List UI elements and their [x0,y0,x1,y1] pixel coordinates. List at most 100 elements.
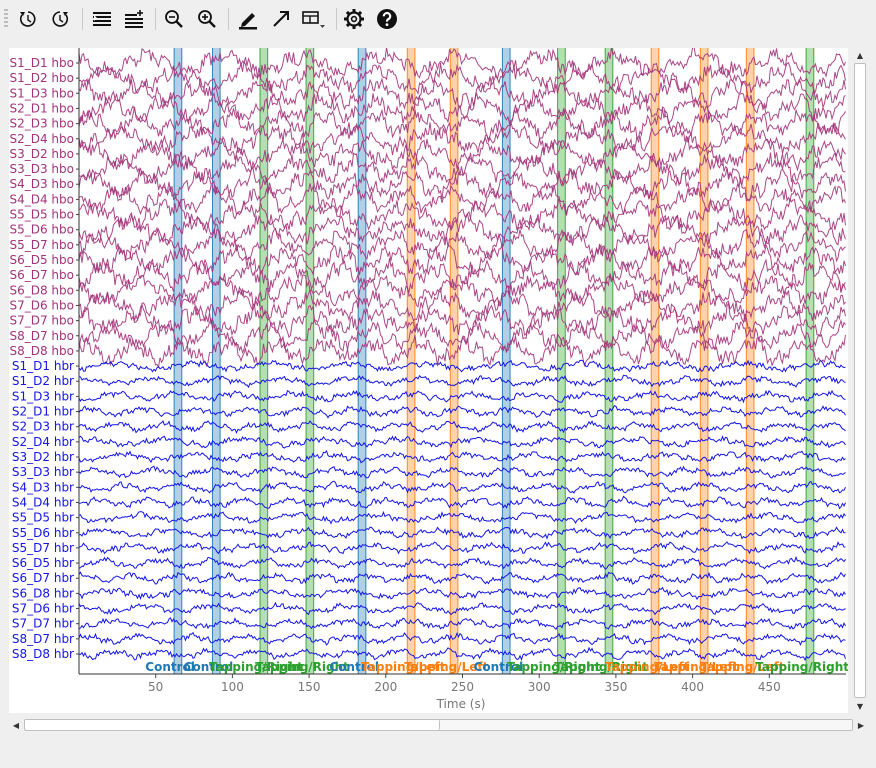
channel-label[interactable]: S6_D8 hbo [9,283,74,297]
channel-label[interactable]: S5_D7 hbr [12,541,74,555]
channel-trace[interactable] [78,617,846,631]
more-channels-icon [125,10,143,28]
settings-button[interactable] [340,5,368,33]
channel-trace[interactable] [78,389,846,404]
x-axis-label: Time (s) [436,697,486,711]
channel-label[interactable]: S1_D3 hbo [9,86,74,100]
channel-label[interactable]: S6_D8 hbr [12,586,74,600]
channel-label[interactable]: S2_D3 hbr [12,420,74,434]
toolbar-grip[interactable] [4,9,8,29]
channel-trace[interactable] [78,449,846,464]
channel-label[interactable]: S7_D7 hbo [9,314,74,328]
fewer-channels-button[interactable] [88,5,116,33]
annotation-span[interactable] [260,48,268,674]
channel-label[interactable]: S6_D7 hbr [12,571,74,585]
channel-trace[interactable] [78,135,846,172]
channel-label[interactable]: S4_D4 hbr [12,495,74,509]
x-tick-label: 450 [758,680,781,694]
scalebar-button[interactable] [267,5,295,33]
zoom-out-button[interactable] [160,5,188,33]
channel-label[interactable]: S4_D3 hbo [9,177,74,191]
channel-label[interactable]: S3_D3 hbo [9,162,74,176]
channel-trace[interactable] [78,495,846,510]
channel-label[interactable]: S4_D4 hbo [9,192,74,206]
help-button[interactable] [373,5,401,33]
annotation-span[interactable] [700,48,708,674]
channel-trace[interactable] [78,480,846,494]
projector-menu-button[interactable] [300,5,328,33]
channel-label[interactable]: S6_D5 hbr [12,556,74,570]
plot-canvas[interactable]: 50 100 150 200 250 300 350 400 450 S1_D1 hboS1_D… [9,48,848,713]
channel-label[interactable]: S7_D6 hbr [12,602,74,616]
channel-label[interactable]: S5_D7 hbo [9,238,74,252]
channel-label[interactable]: S2_D4 hbr [12,435,74,449]
channel-label[interactable]: S2_D1 hbo [9,101,74,115]
channel-trace[interactable] [78,510,846,525]
channel-trace[interactable] [78,405,846,419]
channel-trace[interactable] [78,526,846,540]
channel-trace[interactable] [78,555,846,570]
annotation-span[interactable] [502,48,511,674]
channel-trace[interactable] [78,420,846,434]
channel-label[interactable]: S1_D3 hbr [12,389,74,403]
channel-label[interactable]: S1_D1 hbo [9,56,74,70]
trace-layer [78,48,846,661]
channel-label[interactable]: S3_D3 hbr [12,465,74,479]
channel-trace[interactable] [78,571,846,585]
horizontal-scroll-track[interactable] [24,719,853,731]
scroll-right-icon[interactable]: ▶ [854,717,868,733]
channel-label-layer: S1_D1 hboS1_D2 hboS1_D3 hboS2_D1 hbo S2_D… [9,56,74,661]
channel-trace[interactable] [78,226,846,263]
channel-label[interactable]: S1_D1 hbr [12,359,74,373]
channel-trace[interactable] [78,631,846,646]
horizontal-scroll-thumb[interactable] [25,720,440,730]
channel-trace[interactable] [78,541,846,555]
channel-label[interactable]: S7_D7 hbr [12,617,74,631]
annotation-span[interactable] [407,48,415,674]
channel-label[interactable]: S5_D5 hbo [9,208,74,222]
scroll-down-icon[interactable]: ▼ [852,699,868,713]
channel-label[interactable]: S6_D7 hbo [9,268,74,282]
channel-label[interactable]: S8_D8 hbo [9,344,74,358]
channel-label[interactable]: S8_D7 hbo [9,329,74,343]
annotation-mode-button[interactable] [234,5,262,33]
annotation-span[interactable] [651,48,659,674]
channel-label[interactable]: S2_D1 hbr [12,405,74,419]
channel-trace[interactable] [78,359,846,373]
channel-label[interactable]: S1_D2 hbo [9,71,74,85]
channel-trace[interactable] [78,89,846,126]
fast-forward-button[interactable] [46,5,74,33]
scroll-left-icon[interactable]: ◀ [9,717,23,733]
channel-label[interactable]: S3_D2 hbo [9,147,74,161]
channel-trace[interactable] [78,465,846,479]
channel-label[interactable]: S5_D6 hbr [12,526,74,540]
channel-label[interactable]: S3_D2 hbr [12,450,74,464]
annotation-span[interactable] [605,48,613,674]
annotation-span[interactable] [746,48,754,674]
vertical-scrollbar[interactable]: ▲ ▼ [852,48,868,713]
channel-trace[interactable] [78,646,846,661]
rewind-button[interactable] [14,5,42,33]
scroll-up-icon[interactable]: ▲ [852,48,868,62]
channel-label[interactable]: S8_D8 hbr [12,647,74,661]
channel-trace[interactable] [78,586,846,601]
raw-data-plot[interactable]: 50 100 150 200 250 300 350 400 450 S1_D1 hbo S1_D… [9,48,848,713]
channel-label[interactable]: S4_D3 hbr [12,480,74,494]
channel-trace[interactable] [78,435,846,449]
channel-trace[interactable] [78,75,846,111]
channel-label[interactable]: S5_D6 hbo [9,223,74,237]
channel-label[interactable]: S6_D5 hbo [9,253,74,267]
channel-label[interactable]: S2_D3 hbo [9,117,74,131]
annotation-span[interactable] [806,48,814,674]
channel-label[interactable]: S1_D2 hbr [12,374,74,388]
channel-trace[interactable] [78,374,846,389]
vertical-scroll-track[interactable] [854,63,866,698]
channel-label[interactable]: S5_D5 hbr [12,511,74,525]
channel-label[interactable]: S7_D6 hbo [9,298,74,312]
channel-trace[interactable] [78,601,846,616]
zoom-in-button[interactable] [193,5,221,33]
horizontal-scrollbar[interactable]: ◀ ▶ [9,717,868,733]
more-channels-button[interactable] [120,5,148,33]
channel-label[interactable]: S8_D7 hbr [12,632,74,646]
channel-label[interactable]: S2_D4 hbo [9,132,74,146]
